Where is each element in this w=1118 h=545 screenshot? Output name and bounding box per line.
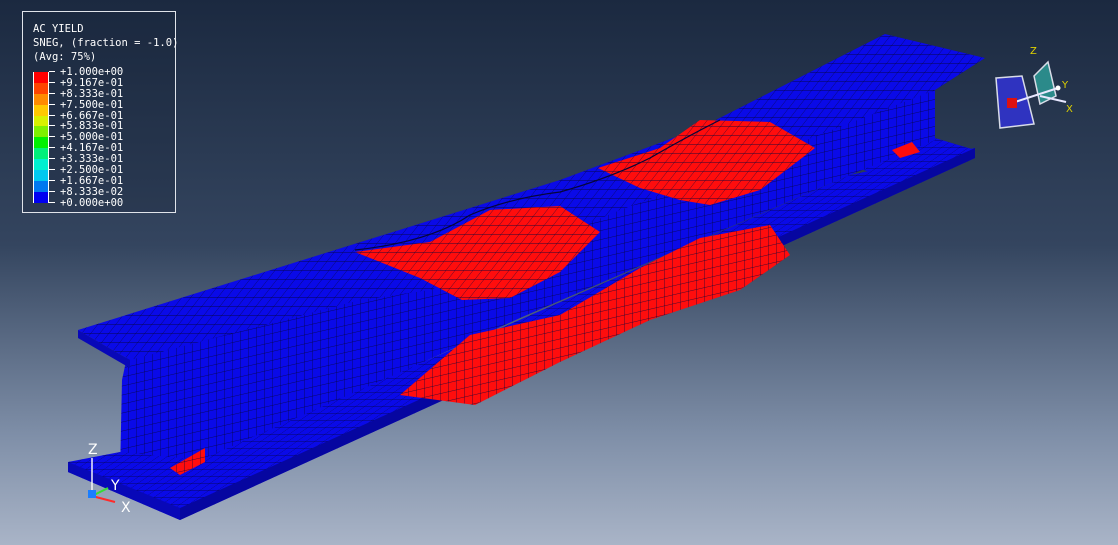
legend-averaging: (Avg: 75%)	[33, 51, 97, 63]
legend-tick	[49, 179, 55, 181]
legend-tick	[49, 81, 55, 83]
legend-tick	[49, 147, 55, 149]
legend-swatch	[33, 180, 49, 192]
legend-swatch	[33, 72, 49, 83]
legend-swatch	[33, 82, 49, 94]
legend-swatch	[33, 159, 49, 171]
view-triad-x-label: X	[1066, 104, 1073, 115]
legend-swatch	[33, 104, 49, 116]
legend-swatch	[33, 170, 49, 181]
view-triad-z-label: Z	[1030, 46, 1037, 57]
legend-title: AC YIELD	[33, 23, 84, 35]
beam-model[interactable]	[68, 34, 985, 520]
legend-swatch	[33, 93, 49, 105]
contour-legend: AC YIELD SNEG, (fraction = -1.0) (Avg: 7…	[22, 11, 179, 213]
legend-tick	[49, 201, 55, 203]
legend-swatch	[33, 115, 49, 127]
legend-tick	[49, 125, 55, 127]
legend-tick	[49, 158, 55, 160]
legend-tick	[49, 92, 55, 94]
legend-tick	[49, 136, 55, 138]
triad-y-label: Y	[110, 478, 120, 494]
legend-swatch	[33, 148, 49, 160]
legend-swatch	[33, 137, 49, 149]
legend-tick	[49, 190, 55, 192]
triad-x-label: X	[121, 500, 131, 516]
legend-variable: SNEG, (fraction = -1.0)	[33, 37, 179, 49]
legend-swatch	[33, 191, 49, 203]
view-orientation-triad[interactable]: Z Y X	[995, 46, 1073, 129]
legend-tick	[49, 169, 55, 171]
legend-tick	[49, 103, 55, 105]
legend-swatch	[33, 126, 49, 138]
legend-tick	[49, 114, 55, 116]
view-triad-y-label: Y	[1061, 80, 1069, 91]
legend-tick	[49, 71, 55, 72]
triad-z-label: Z	[88, 442, 98, 458]
legend-value: +0.000e+00	[60, 196, 124, 209]
